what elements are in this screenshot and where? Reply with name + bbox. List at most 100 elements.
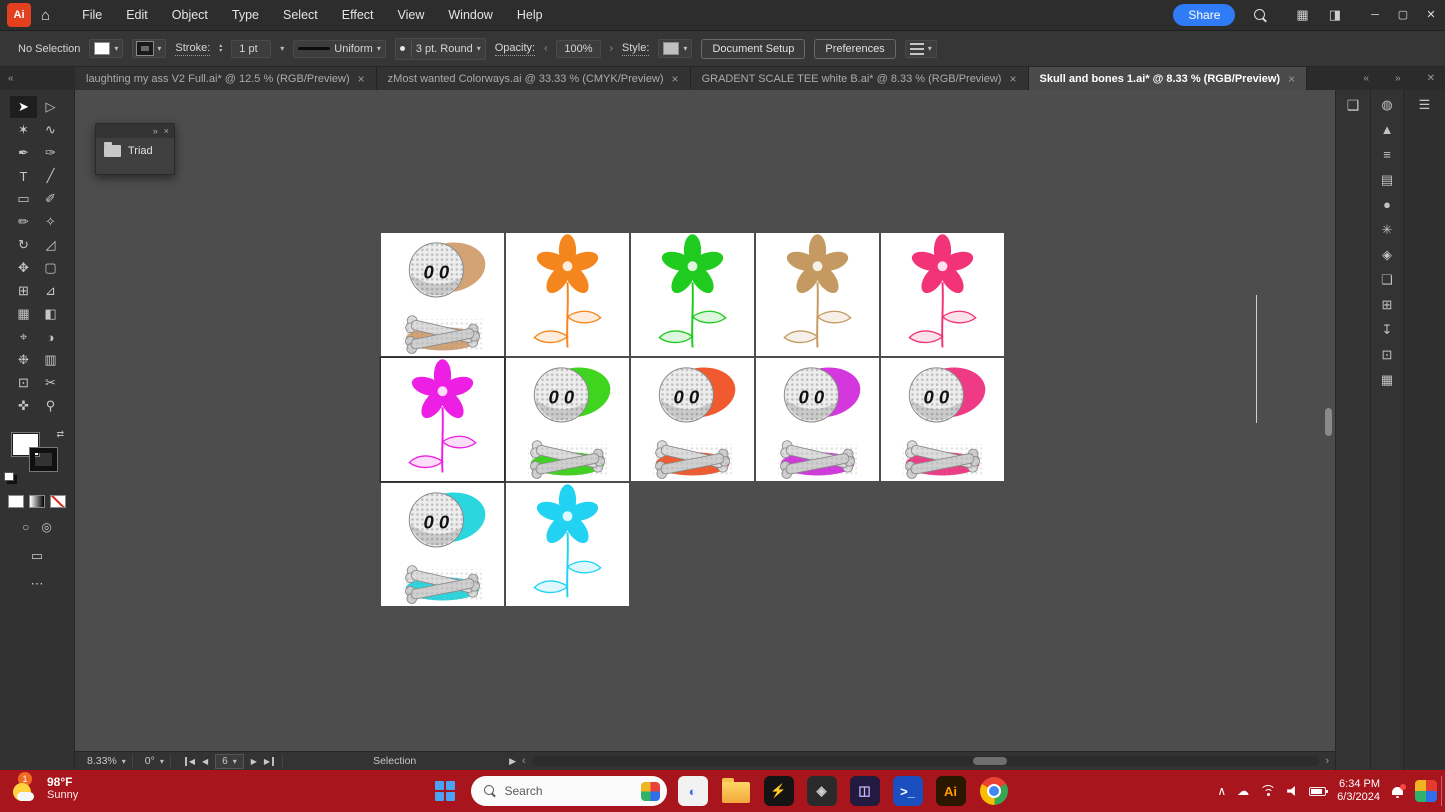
weather-widget[interactable]: 1 98°F Sunny bbox=[12, 774, 78, 804]
mesh-tool[interactable]: ▦ bbox=[10, 303, 37, 325]
maximize-button[interactable]: ▢ bbox=[1389, 0, 1417, 31]
start-button[interactable] bbox=[435, 781, 456, 802]
perspective-grid-tool[interactable]: ⊿ bbox=[37, 280, 64, 302]
tab-close-icon[interactable]: × bbox=[1288, 72, 1295, 86]
scroll-left-icon[interactable]: ‹ bbox=[522, 755, 526, 767]
preferences-button[interactable]: Preferences bbox=[814, 39, 895, 59]
taskbar-copilot-app[interactable]: ◐ bbox=[676, 774, 710, 808]
stroke-panel-icon[interactable]: ≡ bbox=[1383, 148, 1391, 162]
layers-panel-icon[interactable]: ❏ bbox=[1381, 273, 1393, 287]
artboard-3[interactable] bbox=[631, 233, 754, 356]
chevron-down-icon[interactable]: ▾ bbox=[280, 44, 284, 53]
tray-app-icon[interactable] bbox=[1415, 780, 1437, 802]
gradient-button[interactable] bbox=[29, 495, 45, 508]
default-fill-stroke-icon[interactable] bbox=[4, 472, 14, 481]
3d-materials-panel-icon[interactable]: ❑ bbox=[1347, 98, 1360, 112]
taskbar-chrome-app[interactable] bbox=[977, 774, 1011, 808]
last-artboard-button[interactable]: ▶ bbox=[264, 757, 274, 766]
status-expand-icon[interactable]: ▶ bbox=[509, 756, 516, 767]
align-options-dropdown[interactable]: ▾ bbox=[905, 40, 937, 58]
horizontal-scrollbar-thumb[interactable] bbox=[973, 757, 1007, 765]
home-icon[interactable]: ⌂ bbox=[41, 7, 50, 24]
artboard-7[interactable]: 0 0 bbox=[506, 358, 629, 481]
menu-item-help[interactable]: Help bbox=[505, 0, 555, 30]
color-panel-icon[interactable]: ◍ bbox=[1381, 98, 1392, 112]
opacity-link[interactable]: Opacity: bbox=[495, 42, 535, 56]
document-tab-3[interactable]: GRADENT SCALE TEE white B.ai* @ 8.33 % (… bbox=[691, 67, 1029, 90]
notification-bell-icon[interactable] bbox=[1391, 785, 1404, 798]
eyedropper-tool[interactable]: ⌖ bbox=[10, 326, 37, 348]
taskbar-illustrator-app[interactable]: Ai bbox=[934, 774, 968, 808]
artboard-number-dropdown[interactable]: 6 ▾ bbox=[215, 754, 244, 769]
artboard-12[interactable] bbox=[506, 483, 629, 606]
style-dropdown[interactable]: ▾ bbox=[658, 39, 692, 58]
paintbrush-tool[interactable]: ✐ bbox=[37, 188, 64, 210]
libraries-panel-icon[interactable]: ▦ bbox=[1381, 373, 1393, 387]
rectangle-tool[interactable]: ▭ bbox=[10, 188, 37, 210]
document-tab-4[interactable]: Skull and bones 1.ai* @ 8.33 % (RGB/Prev… bbox=[1029, 67, 1308, 90]
tab-close-icon[interactable]: × bbox=[358, 72, 365, 86]
menu-item-effect[interactable]: Effect bbox=[330, 0, 386, 30]
draw-normal-icon[interactable]: ○ bbox=[22, 520, 29, 534]
fill-color-dropdown[interactable]: ▾ bbox=[89, 39, 123, 58]
style-link[interactable]: Style: bbox=[622, 42, 650, 56]
menu-item-edit[interactable]: Edit bbox=[114, 0, 160, 30]
clock[interactable]: 6:34 PM 6/3/2024 bbox=[1337, 778, 1380, 804]
menu-item-select[interactable]: Select bbox=[271, 0, 330, 30]
minimize-button[interactable]: ─ bbox=[1361, 0, 1389, 31]
taskbar-settings-app[interactable]: ◈ bbox=[805, 774, 839, 808]
screen-mode-button[interactable]: ▭ bbox=[31, 548, 43, 564]
draw-behind-icon[interactable]: ◎ bbox=[41, 520, 51, 534]
artboard-11[interactable]: 0 0 bbox=[381, 483, 504, 606]
symbol-sprayer-tool[interactable]: ❉ bbox=[10, 349, 37, 371]
taskbar-file-explorer-app[interactable] bbox=[719, 774, 753, 808]
pen-tool[interactable]: ✒ bbox=[10, 142, 37, 164]
artboard-4[interactable] bbox=[756, 233, 879, 356]
workspace-switcher-icon[interactable]: ◨ bbox=[1329, 7, 1341, 23]
artboard-2[interactable] bbox=[506, 233, 629, 356]
transparency-panel-icon[interactable]: ● bbox=[1383, 198, 1391, 212]
search-highlight-icon[interactable] bbox=[641, 782, 660, 801]
stroke-color-well[interactable] bbox=[30, 448, 57, 471]
close-button[interactable]: ✕ bbox=[1417, 0, 1445, 31]
slice-tool[interactable]: ✂ bbox=[37, 372, 64, 394]
taskbar-terminal-app[interactable]: >_ bbox=[891, 774, 925, 808]
illustrator-logo-icon[interactable]: Ai bbox=[7, 3, 31, 27]
onedrive-cloud-icon[interactable]: ☁ bbox=[1237, 784, 1249, 798]
graphic-styles-panel-icon[interactable]: ◈ bbox=[1382, 248, 1392, 262]
brush-definition-dropdown[interactable]: 3 pt. Round ▾ bbox=[395, 38, 486, 60]
speaker-icon[interactable] bbox=[1287, 786, 1298, 797]
none-button[interactable] bbox=[50, 495, 66, 508]
arrange-documents-icon[interactable]: ▦ bbox=[1296, 7, 1308, 23]
stroke-color-dropdown[interactable]: ▾ bbox=[132, 39, 166, 58]
artboard-5[interactable] bbox=[881, 233, 1004, 356]
asset-export-panel-icon[interactable]: ↧ bbox=[1382, 323, 1393, 337]
tab-close-icon[interactable]: × bbox=[1009, 72, 1016, 86]
shape-builder-tool[interactable]: ⊞ bbox=[10, 280, 37, 302]
stroke-panel-link[interactable]: Stroke: bbox=[175, 42, 210, 56]
stroke-weight-stepper[interactable]: ▴ ▾ bbox=[219, 44, 222, 54]
curvature-tool[interactable]: ✑ bbox=[37, 142, 64, 164]
blend-tool[interactable]: ◑ bbox=[37, 326, 64, 348]
scale-tool[interactable]: ◿ bbox=[37, 234, 64, 256]
vertical-scrollbar-thumb[interactable] bbox=[1325, 408, 1332, 436]
menu-item-window[interactable]: Window bbox=[436, 0, 504, 30]
menu-item-view[interactable]: View bbox=[386, 0, 437, 30]
horizontal-scrollbar[interactable] bbox=[532, 756, 1320, 766]
dock-expand-icon[interactable]: » bbox=[1395, 73, 1401, 84]
artboard-tool[interactable]: ⊡ bbox=[10, 372, 37, 394]
tab-close-icon[interactable]: × bbox=[672, 72, 679, 86]
first-artboard-button[interactable]: ◀ bbox=[185, 757, 195, 766]
export-panel-icon[interactable]: ⊡ bbox=[1382, 348, 1393, 362]
artboard-9[interactable]: 0 0 bbox=[756, 358, 879, 481]
show-desktop-button[interactable] bbox=[1441, 776, 1445, 806]
type-tool[interactable]: T bbox=[10, 165, 37, 187]
gradient-tool[interactable]: ◧ bbox=[37, 303, 64, 325]
menu-item-object[interactable]: Object bbox=[160, 0, 220, 30]
previous-artboard-button[interactable]: ◀ bbox=[202, 757, 208, 766]
column-graph-tool[interactable]: ▥ bbox=[37, 349, 64, 371]
pencil-tool[interactable]: ✏ bbox=[10, 211, 37, 233]
next-artboard-button[interactable]: ▶ bbox=[251, 757, 257, 766]
direct-selection-tool[interactable]: ▷ bbox=[37, 96, 64, 118]
opacity-decrease-icon[interactable]: ‹ bbox=[544, 43, 547, 54]
